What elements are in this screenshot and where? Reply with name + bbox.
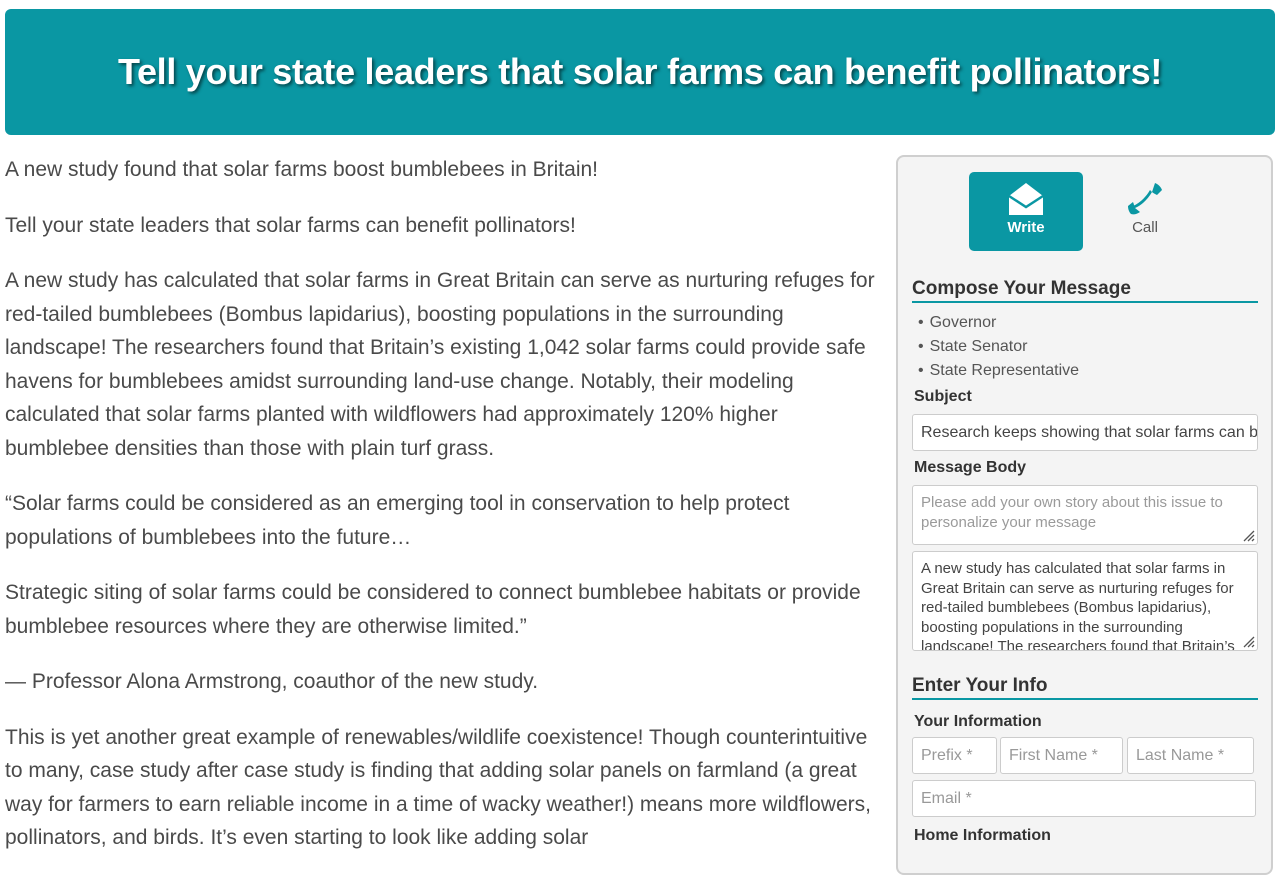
info-section-title: Enter Your Info: [912, 674, 1258, 700]
subject-input[interactable]: Research keeps showing that solar farms …: [912, 414, 1258, 451]
resize-grip-icon[interactable]: [1241, 634, 1255, 648]
home-info-label: Home Information: [914, 827, 1051, 844]
page-banner: Tell your state leaders that solar farms…: [5, 9, 1275, 135]
subject-label: Subject: [914, 388, 972, 405]
recipient-list: Governor State Senator State Representat…: [912, 311, 1079, 383]
tab-write-label: Write: [1007, 219, 1045, 236]
quote-attribution: — Professor Alona Armstrong, coauthor of…: [5, 670, 539, 693]
compose-section-title: Compose Your Message: [912, 277, 1258, 303]
article-paragraph: Tell your state leaders that solar farms…: [5, 213, 576, 237]
article-quote: Strategic siting of solar farms could be…: [5, 581, 861, 638]
email-input[interactable]: Email *: [912, 780, 1256, 817]
tab-call[interactable]: Call: [1088, 172, 1202, 251]
tab-call-label: Call: [1132, 219, 1158, 236]
article-paragraph: This is yet another great example of ren…: [5, 725, 871, 850]
article-body: A new study found that solar farms boost…: [5, 153, 875, 877]
message-body-label: Message Body: [914, 459, 1027, 476]
prefix-input[interactable]: Prefix *: [912, 737, 997, 774]
page-title: Tell your state leaders that solar farms…: [117, 51, 1163, 92]
your-info-label: Your Information: [914, 713, 1042, 730]
personal-story-textarea[interactable]: Please add your own story about this iss…: [912, 485, 1258, 545]
tab-write[interactable]: Write: [969, 172, 1083, 251]
recipient-governor: Governor: [912, 311, 1079, 335]
message-body-textarea[interactable]: A new study has calculated that solar fa…: [912, 551, 1258, 651]
recipient-state-senator: State Senator: [912, 335, 1079, 359]
article-paragraph: A new study has calculated that solar fa…: [5, 269, 875, 460]
personal-story-placeholder: Please add your own story about this iss…: [921, 494, 1223, 531]
resize-grip-icon[interactable]: [1241, 528, 1255, 542]
last-name-input[interactable]: Last Name *: [1127, 737, 1254, 774]
first-name-input[interactable]: First Name *: [1000, 737, 1123, 774]
phone-icon: [1128, 183, 1162, 215]
envelope-icon: [1008, 183, 1044, 215]
article-quote: “Solar farms could be considered as an e…: [5, 492, 790, 549]
recipient-state-representative: State Representative: [912, 359, 1079, 383]
article-paragraph: A new study found that solar farms boost…: [5, 158, 598, 181]
action-panel: Write Call Compose Your Message Governor…: [896, 155, 1273, 875]
message-body-text: A new study has calculated that solar fa…: [921, 560, 1235, 651]
